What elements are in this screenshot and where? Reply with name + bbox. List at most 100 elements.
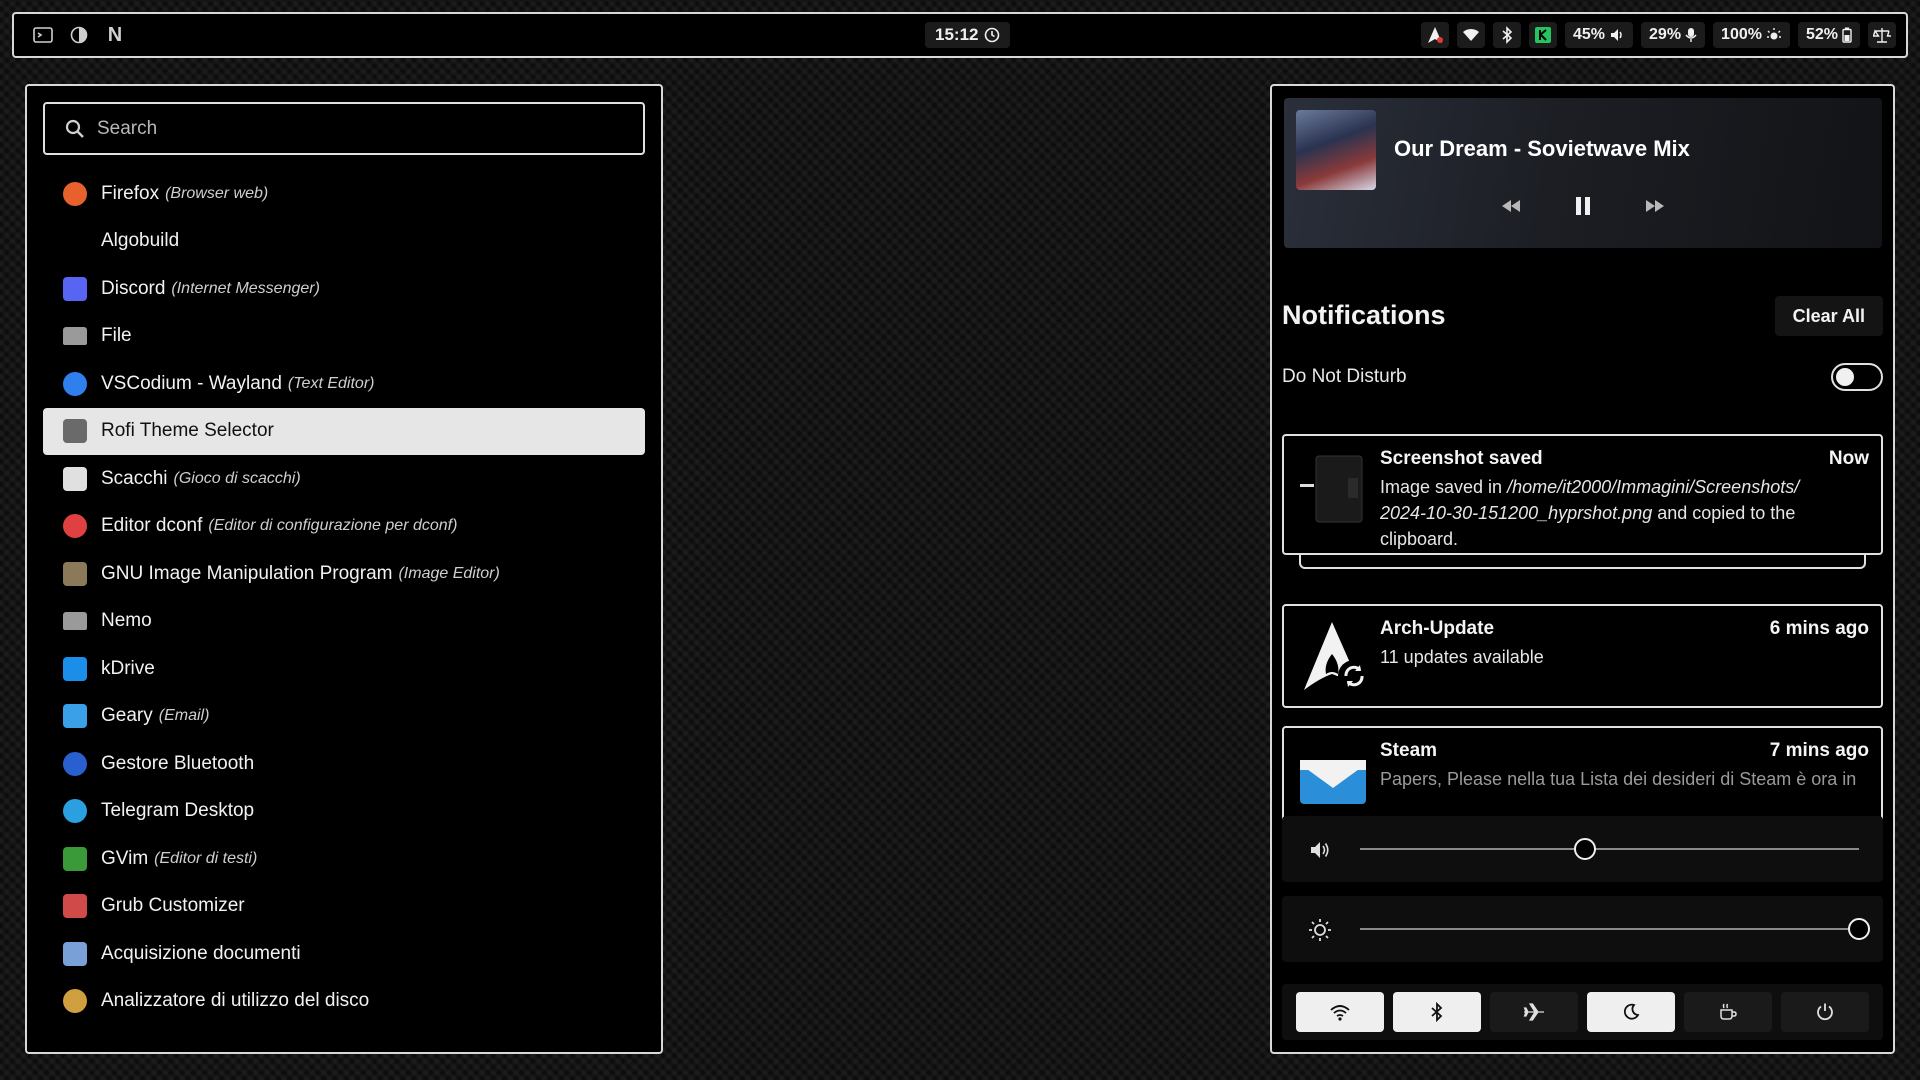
terminal-icon[interactable] <box>30 22 56 48</box>
volume-indicator[interactable]: 45% <box>1564 22 1634 48</box>
app-item[interactable]: Algobuild <box>43 218 645 266</box>
volume-slider-row <box>1282 816 1883 882</box>
topbar-right: 45% 29% 100% 52% <box>1420 14 1896 56</box>
vim-icon <box>63 846 87 871</box>
control-center: Our Dream - Sovietwave Mix Notifications… <box>1270 84 1895 1054</box>
pause-button[interactable] <box>1567 190 1599 222</box>
mic-indicator[interactable]: 29% <box>1641 22 1706 48</box>
notification-card-screenshot[interactable]: Screenshot saved Now Image saved in /hom… <box>1282 434 1883 555</box>
volume-slider-handle[interactable] <box>1573 838 1596 860</box>
app-item[interactable]: Editor dconf (Editor di configurazione pe… <box>43 503 645 551</box>
firefox-icon <box>63 181 87 206</box>
arch-update-tray[interactable] <box>1420 22 1449 48</box>
bluetooth-tray[interactable] <box>1492 22 1521 48</box>
clock-time: 15:12 <box>935 25 979 44</box>
battery-icon <box>1842 27 1852 43</box>
notification-title: Screenshot saved <box>1380 448 1543 469</box>
kdrive-tray[interactable] <box>1528 22 1557 48</box>
chess-icon <box>63 466 87 491</box>
app-item[interactable]: Firefox (Browser web) <box>43 170 645 218</box>
fast-forward-icon <box>1646 200 1664 212</box>
vscodium-icon <box>63 371 87 396</box>
telegram-icon <box>63 799 87 824</box>
brightness-slider[interactable] <box>1360 928 1859 930</box>
brightness-slider-handle[interactable] <box>1848 918 1870 940</box>
app-item[interactable]: Rofi Theme Selector <box>43 407 645 455</box>
search-input[interactable] <box>97 117 617 140</box>
app-name: Firefox <box>101 182 160 204</box>
app-item[interactable]: Telegram Desktop <box>43 788 645 836</box>
app-item[interactable]: Nemo <box>43 598 645 646</box>
brightness-indicator[interactable]: 100% <box>1713 22 1790 48</box>
battery-value: 52% <box>1805 26 1838 43</box>
caffeine-toggle[interactable] <box>1684 992 1772 1032</box>
notification-card-arch-update[interactable]: Arch-Update 6 mins ago 11 updates availa… <box>1282 604 1883 708</box>
night-light-toggle[interactable] <box>1587 992 1675 1032</box>
app-item[interactable]: Grub Customizer <box>43 883 645 931</box>
mail-icon <box>63 704 87 729</box>
volume-slider[interactable] <box>1360 848 1859 850</box>
battery-indicator[interactable]: 52% <box>1797 22 1860 48</box>
dnd-toggle[interactable] <box>1831 363 1883 391</box>
power-button[interactable] <box>1781 992 1869 1032</box>
search-bar[interactable] <box>43 102 645 155</box>
airplane-toggle[interactable] <box>1490 992 1578 1032</box>
album-art <box>1296 110 1376 190</box>
n-logo-icon[interactable]: N <box>102 22 128 48</box>
app-description: (Internet Messenger) <box>171 279 320 297</box>
power-icon <box>1817 1003 1833 1021</box>
app-item[interactable]: Acquisizione documenti <box>43 930 645 978</box>
app-item[interactable]: Gestore Bluetooth <box>43 740 645 788</box>
brightness-icon <box>1766 28 1781 40</box>
disk-usage-icon <box>63 989 87 1014</box>
pause-icon <box>1576 197 1590 215</box>
clock[interactable]: 15:12 <box>925 22 1011 48</box>
bluetooth-toggle[interactable] <box>1393 992 1481 1032</box>
app-item[interactable]: GNU Image Manipulation Program (Image Edi… <box>43 550 645 598</box>
app-item[interactable]: File <box>43 313 645 361</box>
app-description: (Gioco di scacchi) <box>173 469 301 487</box>
grub-icon <box>63 894 87 919</box>
wifi-icon <box>1462 28 1479 41</box>
arch-update-icon <box>1298 620 1374 696</box>
app-name: File <box>101 325 132 347</box>
volume-value: 45% <box>1572 26 1606 43</box>
clear-all-button[interactable]: Clear All <box>1774 296 1883 336</box>
kdrive-tray-icon <box>1534 27 1551 43</box>
clock-icon <box>985 27 1000 43</box>
half-circle-icon[interactable] <box>66 22 92 48</box>
dconf-icon <box>63 514 87 539</box>
app-name: Discord <box>101 277 166 299</box>
bluetooth-icon <box>1502 26 1513 44</box>
wifi-tray[interactable] <box>1456 22 1485 48</box>
brightness-icon <box>1306 916 1334 944</box>
app-item[interactable]: Scacchi (Gioco di scacchi) <box>43 455 645 503</box>
wifi-toggle[interactable] <box>1296 992 1384 1032</box>
app-item[interactable]: Analizzatore di utilizzo del disco <box>43 978 645 1026</box>
notification-stack-indicator <box>1299 553 1866 569</box>
steam-mail-icon <box>1298 742 1374 818</box>
scale-tray[interactable] <box>1868 22 1896 48</box>
bluetooth-icon <box>1431 1002 1443 1022</box>
app-list: Firefox (Browser web) Algobuild Discord (Int… <box>43 170 645 1025</box>
bluetooth-icon <box>63 751 87 776</box>
app-item[interactable]: Discord (Internet Messenger) <box>43 265 645 313</box>
discord-icon <box>63 276 87 301</box>
coffee-icon <box>1720 1003 1737 1020</box>
media-player: Our Dream - Sovietwave Mix <box>1284 98 1882 248</box>
app-description: (Image Editor) <box>398 564 500 582</box>
app-item[interactable]: kDrive <box>43 645 645 693</box>
notification-time: Now <box>1828 448 1869 469</box>
next-button[interactable] <box>1639 190 1671 222</box>
blank-icon <box>63 229 87 253</box>
app-item[interactable]: Geary (Email) <box>43 693 645 741</box>
moon-icon <box>1623 1003 1640 1020</box>
media-controls <box>1284 190 1882 222</box>
app-item[interactable]: GVim (Editor di testi) <box>43 835 645 883</box>
volume-icon <box>1611 29 1622 41</box>
app-description: (Email) <box>158 707 210 725</box>
previous-button[interactable] <box>1495 190 1527 222</box>
app-description: (Editor di configurazione per dconf) <box>208 517 458 535</box>
app-item[interactable]: VSCodium - Wayland (Text Editor) <box>43 360 645 408</box>
topbar-left: N <box>30 14 128 56</box>
